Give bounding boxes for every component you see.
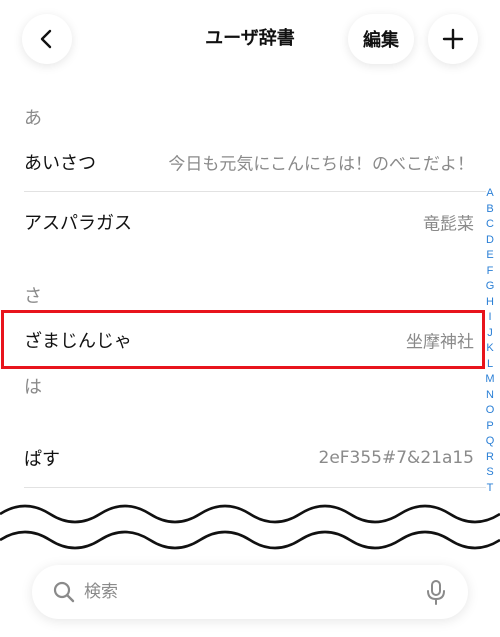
row-divider bbox=[24, 487, 486, 488]
edit-button[interactable]: 編集 bbox=[348, 14, 414, 64]
section-header: あ bbox=[24, 108, 42, 129]
add-button[interactable] bbox=[428, 14, 478, 64]
entry-reading: 2eF355#7&21a15 bbox=[318, 448, 475, 468]
section-index-bar[interactable]: ABCDEFGHIJKLMNOPQRST bbox=[480, 186, 500, 496]
search-input[interactable] bbox=[84, 577, 404, 607]
entry-word: ぱす bbox=[24, 449, 60, 470]
entry-reading: 今日も元気にこんにちは！のべこだよ！ bbox=[168, 154, 474, 175]
dictionary-entry[interactable]: ぱす 2eF355#7&21a15 bbox=[0, 428, 486, 488]
index-letter-b[interactable]: B bbox=[486, 202, 493, 218]
dictionary-entry[interactable]: アスパラガス 竜髭菜 bbox=[0, 192, 486, 252]
search-icon bbox=[53, 581, 75, 603]
index-letter-p[interactable]: P bbox=[486, 419, 493, 435]
index-letter-s[interactable]: S bbox=[486, 465, 493, 481]
entry-reading: 竜髭菜 bbox=[423, 214, 474, 235]
index-letter-c[interactable]: C bbox=[486, 217, 494, 233]
dictionary-entry[interactable]: あいさつ 今日も元気にこんにちは！のべこだよ！ bbox=[0, 132, 486, 192]
microphone-icon[interactable] bbox=[422, 578, 450, 606]
index-letter-t[interactable]: T bbox=[487, 481, 494, 497]
index-letter-k[interactable]: K bbox=[486, 341, 493, 357]
index-letter-g[interactable]: G bbox=[486, 279, 495, 295]
index-letter-i[interactable]: I bbox=[488, 310, 491, 326]
section-header: は bbox=[24, 377, 42, 398]
nav-header: ユーザ辞書 編集 bbox=[0, 0, 500, 80]
user-dictionary-screen: ユーザ辞書 編集 あ あいさつ 今日も元気にこんにちは！のべこだよ！ アスパラガ… bbox=[0, 0, 500, 637]
page-title: ユーザ辞書 bbox=[205, 28, 295, 49]
index-letter-f[interactable]: F bbox=[487, 264, 494, 280]
search-bar[interactable] bbox=[32, 565, 468, 619]
index-letter-j[interactable]: J bbox=[487, 326, 493, 342]
index-letter-l[interactable]: L bbox=[487, 357, 493, 373]
edit-button-label: 編集 bbox=[363, 30, 399, 51]
index-letter-n[interactable]: N bbox=[486, 388, 494, 404]
index-letter-q[interactable]: Q bbox=[486, 434, 495, 450]
index-letter-e[interactable]: E bbox=[486, 248, 493, 264]
wave-cut-decoration bbox=[0, 504, 500, 550]
highlight-frame bbox=[1, 310, 485, 369]
entry-word: アスパラガス bbox=[24, 213, 132, 234]
index-letter-h[interactable]: H bbox=[486, 295, 494, 311]
index-letter-m[interactable]: M bbox=[485, 372, 494, 388]
plus-icon bbox=[442, 28, 464, 50]
index-letter-r[interactable]: R bbox=[486, 450, 494, 466]
section-header: さ bbox=[24, 286, 42, 307]
entry-word: あいさつ bbox=[24, 153, 96, 174]
index-letter-o[interactable]: O bbox=[486, 403, 495, 419]
index-letter-a[interactable]: A bbox=[486, 186, 493, 202]
index-letter-d[interactable]: D bbox=[486, 233, 494, 249]
